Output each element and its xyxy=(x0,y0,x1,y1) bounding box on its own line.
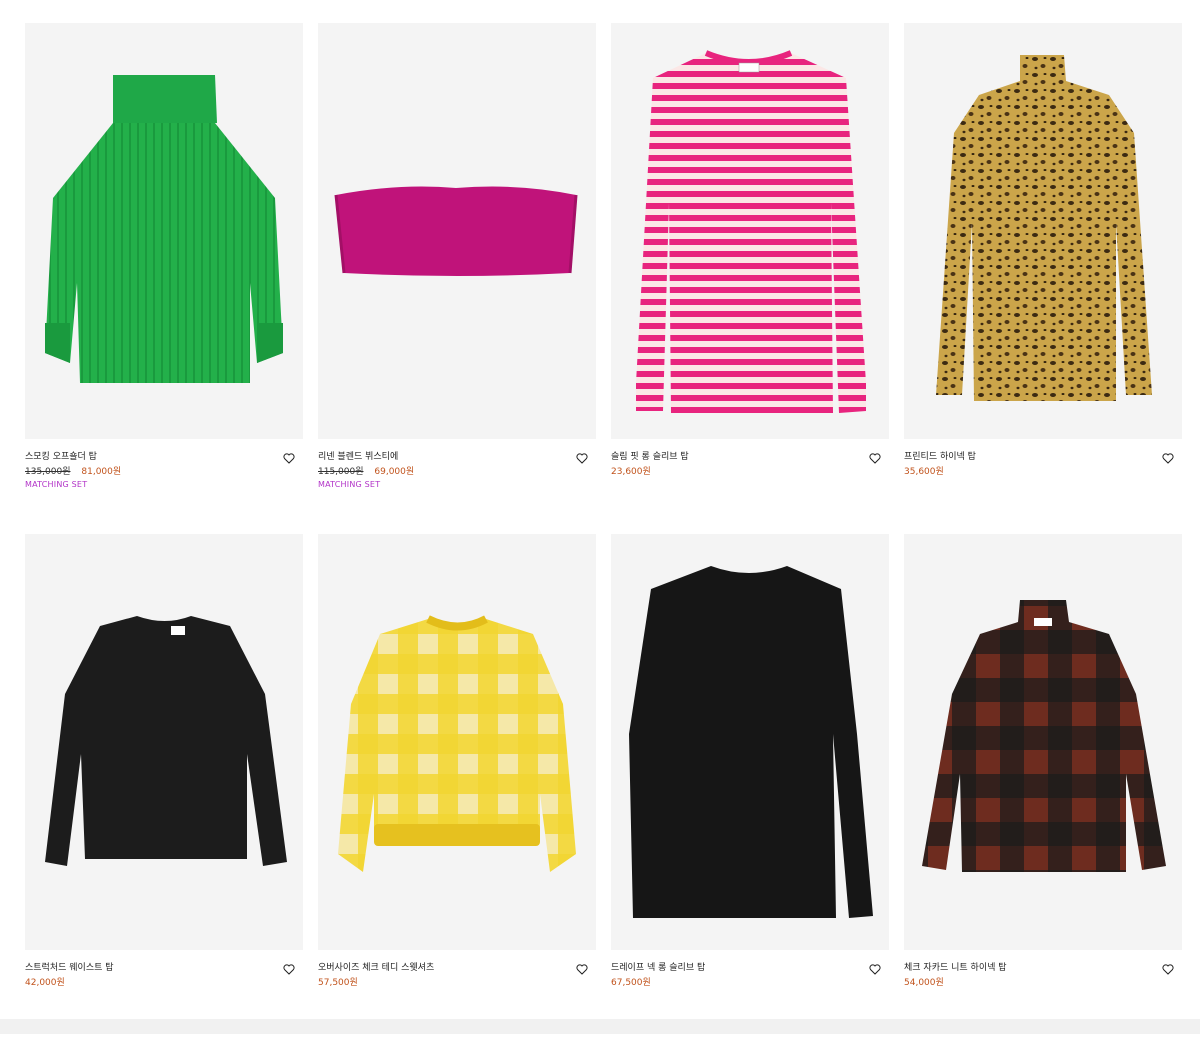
product-card[interactable]: 스모킹 오프숄더 탑 135,000원 81,000원 MATCHING SET xyxy=(25,23,303,534)
heart-outline-icon[interactable] xyxy=(283,453,295,464)
product-image[interactable] xyxy=(611,534,889,950)
product-image[interactable] xyxy=(611,23,889,439)
heart-outline-icon[interactable] xyxy=(1162,964,1174,975)
yellow-check-sweatshirt-illustration xyxy=(338,615,576,872)
product-grid: 스모킹 오프숄더 탑 135,000원 81,000원 MATCHING SET… xyxy=(25,23,1182,1045)
price: 57,500원 xyxy=(318,978,358,988)
product-name[interactable]: 리넨 블렌드 뷔스티에 xyxy=(318,451,596,463)
price: 35,600원 xyxy=(904,467,944,477)
product-card[interactable]: 슬림 핏 롱 슬리브 탑 23,600원 xyxy=(611,23,889,534)
product-image[interactable] xyxy=(318,23,596,439)
product-card[interactable]: 프린티드 하이넥 탑 35,600원 xyxy=(904,23,1182,534)
product-card[interactable]: 체크 자카드 니트 하이넥 탑 54,000원 xyxy=(904,534,1182,1045)
product-name[interactable]: 오버사이즈 체크 테디 스웻셔츠 xyxy=(318,962,596,974)
product-name[interactable]: 드레이프 넥 롱 슬리브 탑 xyxy=(611,962,889,974)
product-info: 프린티드 하이넥 탑 35,600원 xyxy=(904,439,1182,511)
product-card[interactable]: 스트럭처드 웨이스트 탑 42,000원 xyxy=(25,534,303,1045)
green-top-illustration xyxy=(45,75,283,383)
product-info: 스트럭처드 웨이스트 탑 42,000원 xyxy=(25,950,303,1022)
price: 67,500원 xyxy=(611,978,651,988)
original-price: 115,000원 xyxy=(318,467,364,477)
sale-price: 81,000원 xyxy=(81,467,122,477)
heart-outline-icon[interactable] xyxy=(869,453,881,464)
product-price-row: 67,500원 xyxy=(611,976,889,990)
product-image[interactable] xyxy=(904,23,1182,439)
heart-outline-icon[interactable] xyxy=(1162,453,1174,464)
product-info: 리넨 블렌드 뷔스티에 115,000원 69,000원 MATCHING SE… xyxy=(318,439,596,511)
product-price-row: 57,500원 xyxy=(318,976,596,990)
product-card[interactable]: 드레이프 넥 롱 슬리브 탑 67,500원 xyxy=(611,534,889,1045)
price: 42,000원 xyxy=(25,978,65,988)
product-price-row: 23,600원 xyxy=(611,465,889,479)
product-info: 체크 자카드 니트 하이넥 탑 54,000원 xyxy=(904,950,1182,1022)
product-name[interactable]: 스트럭처드 웨이스트 탑 xyxy=(25,962,303,974)
black-structured-top-illustration xyxy=(45,616,287,866)
product-price-row: 135,000원 81,000원 xyxy=(25,465,303,479)
product-image[interactable] xyxy=(904,534,1182,950)
product-card[interactable]: 리넨 블렌드 뷔스티에 115,000원 69,000원 MATCHING SE… xyxy=(318,23,596,534)
product-price-row: 35,600원 xyxy=(904,465,1182,479)
price: 23,600원 xyxy=(611,467,651,477)
product-name[interactable]: 슬림 핏 롱 슬리브 탑 xyxy=(611,451,889,463)
leopard-turtleneck-illustration xyxy=(936,55,1152,401)
heart-outline-icon[interactable] xyxy=(576,453,588,464)
sale-price: 69,000원 xyxy=(374,467,415,477)
product-info: 드레이프 넥 롱 슬리브 탑 67,500원 xyxy=(611,950,889,1022)
price: 54,000원 xyxy=(904,978,944,988)
product-price-row: 54,000원 xyxy=(904,976,1182,990)
product-name[interactable]: 스모킹 오프숄더 탑 xyxy=(25,451,303,463)
product-price-row: 115,000원 69,000원 xyxy=(318,465,596,479)
page-bottom-band xyxy=(0,1019,1200,1034)
product-image[interactable] xyxy=(25,534,303,950)
product-info: 오버사이즈 체크 테디 스웻셔츠 57,500원 xyxy=(318,950,596,1022)
striped-top-illustration xyxy=(636,50,866,413)
heart-outline-icon[interactable] xyxy=(576,964,588,975)
original-price: 135,000원 xyxy=(25,467,71,477)
product-price-row: 42,000원 xyxy=(25,976,303,990)
product-card[interactable]: 오버사이즈 체크 테디 스웻셔츠 57,500원 xyxy=(318,534,596,1045)
product-image[interactable] xyxy=(318,534,596,950)
product-image[interactable] xyxy=(25,23,303,439)
product-name[interactable]: 프린티드 하이넥 탑 xyxy=(904,451,1182,463)
matching-set-tag[interactable]: MATCHING SET xyxy=(318,479,596,490)
product-info: 스모킹 오프숄더 탑 135,000원 81,000원 MATCHING SET xyxy=(25,439,303,511)
matching-set-tag[interactable]: MATCHING SET xyxy=(25,479,303,490)
product-info: 슬림 핏 롱 슬리브 탑 23,600원 xyxy=(611,439,889,511)
brown-check-turtleneck-illustration xyxy=(922,600,1166,872)
heart-outline-icon[interactable] xyxy=(283,964,295,975)
product-name[interactable]: 체크 자카드 니트 하이넥 탑 xyxy=(904,962,1182,974)
heart-outline-icon[interactable] xyxy=(869,964,881,975)
black-drape-neck-top-illustration xyxy=(629,566,873,918)
magenta-bustier-illustration xyxy=(334,186,578,276)
